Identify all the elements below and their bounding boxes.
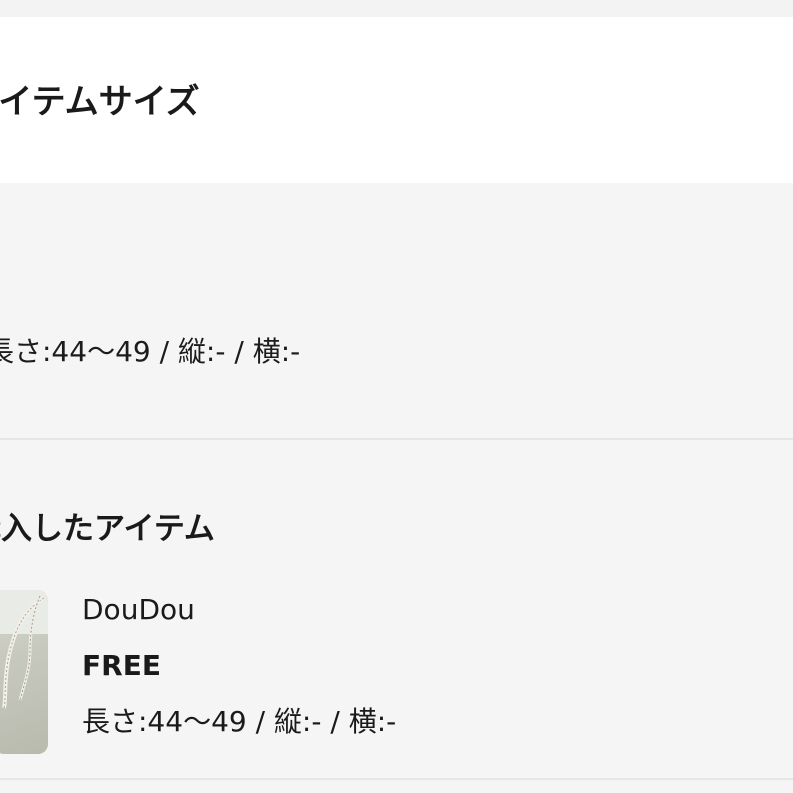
item-size-text: 長さ:44～49 / 縦:- / 横:-	[0, 335, 301, 368]
item-size-panel	[0, 183, 793, 439]
bottom-divider	[0, 778, 793, 780]
item-size-title: アイテムサイズ	[0, 82, 200, 122]
item-thumbnail[interactable]	[0, 590, 48, 754]
purchased-items-title: 購入したアイテム	[0, 511, 215, 547]
top-strip	[0, 0, 793, 17]
item-brand: DouDou	[82, 593, 195, 626]
item-size-detail: 長さ:44～49 / 縦:- / 横:-	[82, 705, 397, 738]
item-size-label: FREE	[82, 649, 161, 682]
section-divider	[0, 438, 793, 440]
